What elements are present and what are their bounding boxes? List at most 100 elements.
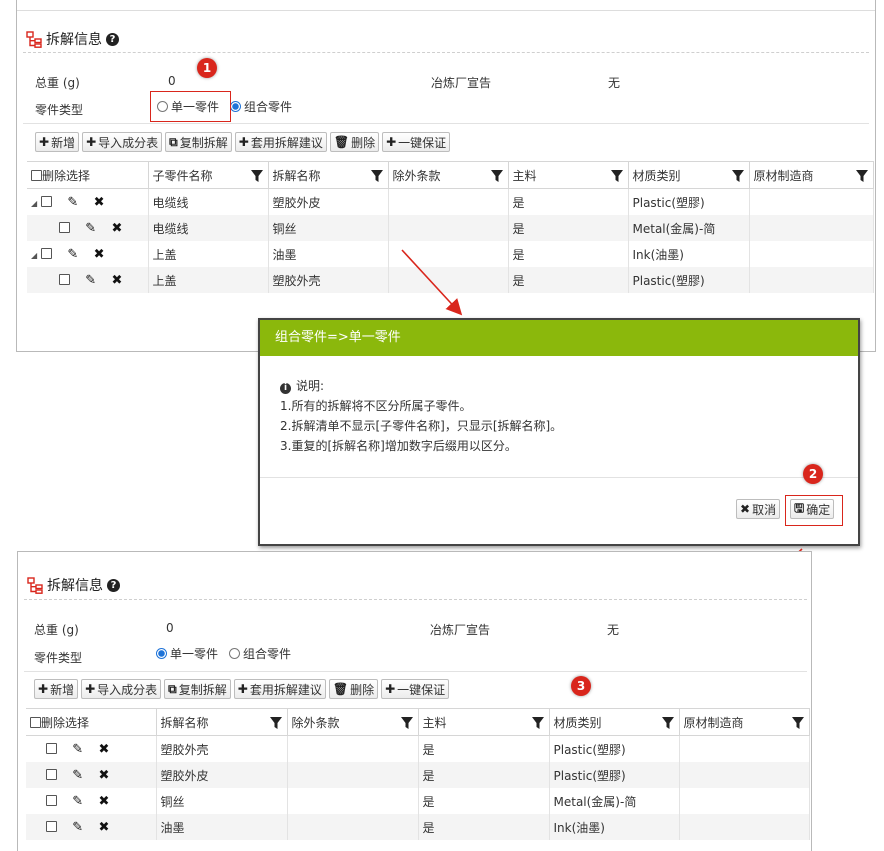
radio-combined-circle[interactable] xyxy=(230,101,241,112)
table-row[interactable]: ✎ ✖ 电缆线 铜丝 是 Metal(金属)-简 xyxy=(27,215,874,241)
plus-icon: ✚ xyxy=(85,682,96,696)
row-actions: ✎ ✖ xyxy=(27,267,149,293)
col-maker[interactable]: 原材制造商 xyxy=(679,708,810,736)
cell-main: 是 xyxy=(508,215,629,241)
funnel-icon[interactable] xyxy=(370,170,383,182)
collapse-triangle-icon[interactable]: ◢ xyxy=(31,199,37,208)
table-row[interactable]: ✎ ✖ 塑胶外皮 是 Plastic(塑膠) xyxy=(26,762,810,788)
row-checkbox[interactable] xyxy=(46,820,57,832)
question-circle-icon[interactable]: ? xyxy=(106,32,119,46)
copy-button[interactable]: ⧉ 复制拆解 xyxy=(164,679,231,699)
col-maker[interactable]: 原材制造商 xyxy=(749,161,874,189)
collapse-triangle-icon[interactable]: ◢ xyxy=(31,251,37,260)
pencil-icon[interactable]: ✎ xyxy=(72,768,83,783)
col-main[interactable]: 主料 xyxy=(508,161,629,189)
radio-combined[interactable]: 组合零件 xyxy=(230,98,292,115)
section-title-text: 拆解信息 xyxy=(46,32,102,48)
funnel-icon[interactable] xyxy=(791,717,804,729)
funnel-icon[interactable] xyxy=(661,717,674,729)
copy-button[interactable]: ⧉ 复制拆解 xyxy=(165,132,232,152)
cell-maker xyxy=(679,762,810,788)
row-checkbox[interactable] xyxy=(41,195,53,207)
funnel-icon[interactable] xyxy=(531,717,544,729)
delete-button[interactable]: 🗑 删除 xyxy=(329,132,380,152)
pencil-icon[interactable]: ✎ xyxy=(67,247,78,262)
x-icon[interactable]: ✖ xyxy=(98,820,109,835)
add-button[interactable]: ✚ 新增 xyxy=(34,679,79,699)
cell-main: 是 xyxy=(418,788,550,814)
radio-combined[interactable]: 组合零件 xyxy=(229,645,291,662)
cell-main: 是 xyxy=(418,735,550,762)
x-icon[interactable]: ✖ xyxy=(111,221,122,236)
pencil-icon[interactable]: ✎ xyxy=(72,820,83,835)
table-row[interactable]: ✎ ✖ 油墨 是 Ink(油墨) xyxy=(26,814,810,840)
table-row[interactable]: ✎ ✖ 铜丝 是 Metal(金属)-简 xyxy=(26,788,810,814)
col-name[interactable]: 拆解名称 xyxy=(156,708,288,736)
funnel-icon[interactable] xyxy=(610,170,623,182)
funnel-icon[interactable] xyxy=(269,717,282,729)
pencil-icon[interactable]: ✎ xyxy=(72,794,83,809)
cell-name: 塑胶外壳 xyxy=(156,735,288,762)
row-checkbox[interactable] xyxy=(46,794,57,806)
row-actions: ◢ ✎ ✖ xyxy=(27,241,149,267)
cell-material: Plastic(塑膠) xyxy=(628,267,750,293)
x-icon[interactable]: ✖ xyxy=(94,195,105,210)
col-subpart[interactable]: 子零件名称 xyxy=(148,161,269,189)
add-button[interactable]: ✚ 新增 xyxy=(35,132,80,152)
pencil-icon[interactable]: ✎ xyxy=(72,742,83,757)
bottom-disassembly-panel: 拆解信息 ? 总重 (g) 0 冶炼厂宣告 无 零件类型 单一零件 组合零件 ✚… xyxy=(17,551,812,851)
funnel-icon[interactable] xyxy=(400,717,413,729)
delete-button[interactable]: 🗑 删除 xyxy=(328,679,379,699)
copy-icon: ⧉ xyxy=(169,134,178,149)
x-icon[interactable]: ✖ xyxy=(98,742,109,757)
funnel-icon[interactable] xyxy=(731,170,744,182)
cell-name: 油墨 xyxy=(268,241,389,267)
col-main[interactable]: 主料 xyxy=(418,708,550,736)
col-exclusion[interactable]: 除外条款 xyxy=(388,161,509,189)
import-button[interactable]: ✚ 导入成分表 xyxy=(82,132,163,152)
select-all-checkbox[interactable] xyxy=(30,716,41,728)
table-row[interactable]: ✎ ✖ 上盖 塑胶外壳 是 Plastic(塑膠) xyxy=(27,267,874,293)
plus-icon: ✚ xyxy=(38,682,49,696)
col-material[interactable]: 材质类别 xyxy=(628,161,750,189)
col-name[interactable]: 拆解名称 xyxy=(268,161,389,189)
row-checkbox[interactable] xyxy=(46,768,57,780)
table-row[interactable]: ✎ ✖ 塑胶外壳 是 Plastic(塑膠) xyxy=(26,735,810,762)
dialog-line: 2.拆解清单不显示[子零件名称]，只显示[拆解名称]。 xyxy=(280,419,563,433)
funnel-icon[interactable] xyxy=(250,170,263,182)
col-delete-select[interactable]: 删除选择 xyxy=(27,161,149,189)
radio-single[interactable]: 单一零件 xyxy=(156,645,218,662)
x-icon[interactable]: ✖ xyxy=(111,273,122,288)
pencil-icon[interactable]: ✎ xyxy=(85,221,96,236)
select-all-checkbox[interactable] xyxy=(31,169,42,181)
col-material[interactable]: 材质类别 xyxy=(549,708,680,736)
convert-dialog: 组合零件=>单一零件 i 说明: 1.所有的拆解将不区分所属子零件。 2.拆解清单… xyxy=(258,318,860,546)
row-checkbox[interactable] xyxy=(41,247,53,259)
col-exclusion[interactable]: 除外条款 xyxy=(287,708,419,736)
pencil-icon[interactable]: ✎ xyxy=(85,273,96,288)
cancel-button[interactable]: ✖ 取消 xyxy=(736,499,781,519)
funnel-icon[interactable] xyxy=(490,170,503,182)
pencil-icon[interactable]: ✎ xyxy=(67,195,78,210)
row-checkbox[interactable] xyxy=(59,273,70,285)
table-row[interactable]: ◢ ✎ ✖ 上盖 油墨 是 Ink(油墨) xyxy=(27,241,874,267)
apply-suggestion-button[interactable]: ✚ 套用拆解建议 xyxy=(233,679,326,699)
funnel-icon[interactable] xyxy=(855,170,868,182)
radio-combined-circle[interactable] xyxy=(229,648,240,659)
row-actions: ✎ ✖ xyxy=(26,762,157,788)
guarantee-button[interactable]: ✚ 一键保证 xyxy=(381,679,450,699)
x-icon[interactable]: ✖ xyxy=(98,794,109,809)
dialog-note-heading: 说明: xyxy=(296,379,325,393)
row-checkbox[interactable] xyxy=(59,221,70,233)
guarantee-button[interactable]: ✚ 一键保证 xyxy=(382,132,451,152)
table-row[interactable]: ◢ ✎ ✖ 电缆线 塑胶外皮 是 Plastic(塑膠) xyxy=(27,188,874,215)
radio-single-circle[interactable] xyxy=(156,648,167,659)
top-disassembly-panel: 拆解信息 ? 总重 (g) 0 冶炼厂宣告 无 零件类型 单一零件 组合零件 ✚… xyxy=(16,0,876,352)
import-button[interactable]: ✚ 导入成分表 xyxy=(81,679,162,699)
question-circle-icon[interactable]: ? xyxy=(107,578,120,592)
apply-suggestion-button[interactable]: ✚ 套用拆解建议 xyxy=(234,132,327,152)
col-delete-select[interactable]: 删除选择 xyxy=(26,708,157,736)
x-icon[interactable]: ✖ xyxy=(94,247,105,262)
row-checkbox[interactable] xyxy=(46,742,57,754)
x-icon[interactable]: ✖ xyxy=(98,768,109,783)
